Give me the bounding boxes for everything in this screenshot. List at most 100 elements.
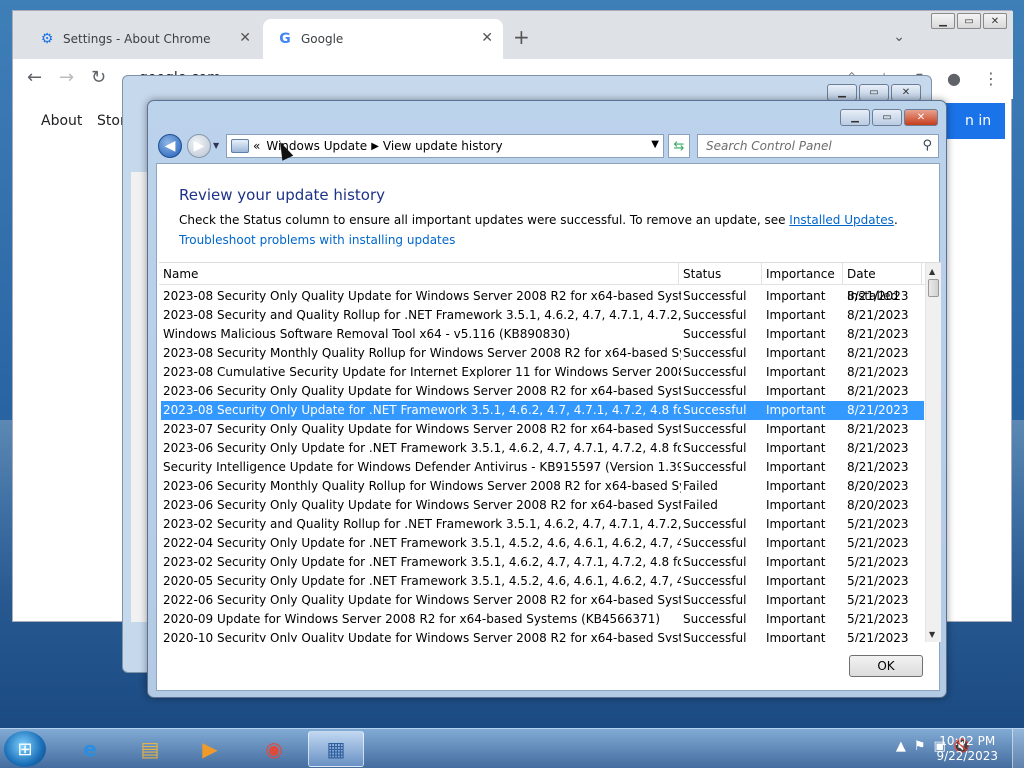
control-panel-icon — [231, 139, 249, 153]
avatar[interactable]: ● — [947, 69, 961, 88]
troubleshoot-link[interactable]: Troubleshoot problems with installing up… — [179, 233, 455, 247]
cell-date: 8/21/2023 — [847, 403, 909, 417]
ie-icon[interactable]: e — [62, 731, 118, 767]
close-button[interactable]: ✕ — [983, 13, 1007, 29]
start-button[interactable]: ⊞ — [4, 731, 46, 767]
reload-icon[interactable]: ↻ — [91, 67, 106, 88]
table-row[interactable]: 2023-02 Security and Quality Rollup for … — [161, 515, 924, 534]
table-row[interactable]: 2023-08 Security and Quality Rollup for … — [161, 306, 924, 325]
column-header-name[interactable]: Name — [159, 263, 679, 285]
back-arrow-icon[interactable]: ← — [27, 67, 42, 88]
table-row[interactable]: 2023-02 Security Only Update for .NET Fr… — [161, 553, 924, 572]
cell-importance: Important — [766, 593, 826, 607]
cell-date: 8/21/2023 — [847, 460, 909, 474]
scroll-thumb[interactable] — [928, 279, 939, 297]
close-icon[interactable]: ✕ — [481, 30, 493, 46]
table-row[interactable]: 2023-08 Security Only Quality Update for… — [161, 287, 924, 306]
table-row[interactable]: 2020-09 Update for Windows Server 2008 R… — [161, 610, 924, 629]
sign-in-button[interactable]: n in — [943, 103, 1005, 139]
table-row[interactable]: 2023-08 Cumulative Security Update for I… — [161, 363, 924, 382]
table-row[interactable]: 2022-04 Security Only Update for .NET Fr… — [161, 534, 924, 553]
table-row[interactable]: 2022-06 Security Only Quality Update for… — [161, 591, 924, 610]
table-row[interactable]: 2023-06 Security Monthly Quality Rollup … — [161, 477, 924, 496]
show-desktop-button[interactable] — [1012, 729, 1024, 768]
table-row[interactable]: 2023-06 Security Only Quality Update for… — [161, 496, 924, 515]
ok-button[interactable]: OK — [849, 655, 923, 677]
action-center-icon[interactable]: ⚑ — [914, 739, 926, 754]
chevron-down-icon[interactable]: ⌄ — [893, 29, 905, 45]
clock-date: 9/22/2023 — [936, 749, 998, 763]
column-header-date[interactable]: Date Installed — [843, 263, 922, 303]
table-row[interactable]: 2020-05 Security Only Update for .NET Fr… — [161, 572, 924, 591]
page-description: Check the Status column to ensure all im… — [179, 213, 898, 227]
chevron-down-icon[interactable]: ▼ — [651, 139, 659, 150]
search-placeholder: Search Control Panel — [706, 139, 832, 153]
new-tab-button[interactable]: + — [513, 25, 530, 49]
nav-about[interactable]: About — [41, 113, 82, 129]
cell-date: 5/21/2023 — [847, 593, 909, 607]
cell-importance: Important — [766, 631, 826, 642]
back-button[interactable]: ◀ — [158, 134, 182, 158]
installed-updates-link[interactable]: Installed Updates — [789, 213, 894, 227]
cell-date: 8/21/2023 — [847, 441, 909, 455]
maximize-button[interactable]: ▭ — [859, 84, 889, 101]
taskbar: ⊞ e ▤ ▶ ◉ ▦ ▲ ⚑ ▣ 🔇 10:02 PM 9/22/2023 — [0, 728, 1024, 768]
cell-status: Successful — [683, 631, 747, 642]
minimize-button[interactable]: ▁ — [840, 109, 870, 126]
refresh-button[interactable]: ⇆ — [668, 134, 690, 158]
menu-dots-icon[interactable]: ⋮ — [983, 69, 999, 88]
cell-name: 2023-08 Cumulative Security Update for I… — [163, 365, 681, 379]
control-panel-icon[interactable]: ▦ — [308, 731, 364, 767]
scroll-up-icon[interactable]: ▲ — [929, 267, 935, 276]
close-icon[interactable]: ✕ — [239, 30, 251, 46]
column-header-importance[interactable]: Importance — [762, 263, 843, 285]
clock[interactable]: 10:02 PM 9/22/2023 — [936, 734, 998, 764]
forward-button[interactable]: ▶ — [187, 134, 211, 158]
update-table: Name Status Importance Date Installed 20… — [159, 262, 941, 642]
scroll-down-icon[interactable]: ▼ — [929, 630, 935, 639]
table-row[interactable]: 2023-08 Security Only Update for .NET Fr… — [161, 401, 924, 420]
maximize-button[interactable]: ▭ — [872, 109, 902, 126]
chrome-icon[interactable]: ◉ — [246, 731, 302, 767]
breadcrumb-root[interactable]: « — [253, 139, 260, 153]
show-hidden-icons-icon[interactable]: ▲ — [896, 739, 906, 754]
table-row[interactable]: Windows Malicious Software Removal Tool … — [161, 325, 924, 344]
cell-status: Successful — [683, 384, 747, 398]
cell-status: Successful — [683, 441, 747, 455]
search-input[interactable]: Search Control Panel ⚲ — [697, 134, 939, 158]
forward-arrow-icon[interactable]: → — [59, 67, 74, 88]
cell-date: 5/21/2023 — [847, 536, 909, 550]
explorer-icon[interactable]: ▤ — [122, 731, 178, 767]
cell-name: Security Intelligence Update for Windows… — [163, 460, 681, 474]
table-row[interactable]: 2023-07 Security Only Quality Update for… — [161, 420, 924, 439]
breadcrumb-separator-icon[interactable]: ▶ — [371, 141, 379, 152]
table-row[interactable]: Security Intelligence Update for Windows… — [161, 458, 924, 477]
close-button[interactable]: ✕ — [891, 84, 921, 101]
table-row[interactable]: 2023-06 Security Only Update for .NET Fr… — [161, 439, 924, 458]
cell-name: 2020-05 Security Only Update for .NET Fr… — [163, 574, 681, 588]
cell-importance: Important — [766, 498, 826, 512]
cell-date: 8/21/2023 — [847, 365, 909, 379]
table-row[interactable]: 2020-10 Security Only Quality Update for… — [161, 629, 924, 642]
breadcrumb-view-history[interactable]: View update history — [383, 139, 503, 153]
cell-date: 8/20/2023 — [847, 479, 909, 493]
vertical-scrollbar[interactable]: ▲ ▼ — [925, 263, 941, 642]
minimize-button[interactable]: ▁ — [931, 13, 955, 29]
search-icon[interactable]: ⚲ — [922, 138, 932, 153]
tab-settings[interactable]: ⚙ Settings - About Chrome ✕ — [25, 19, 261, 59]
recent-pages-dropdown[interactable]: ▼ — [213, 141, 219, 150]
media-player-icon[interactable]: ▶ — [182, 731, 238, 767]
content-pane: Review your update history Check the Sta… — [156, 163, 941, 691]
close-button[interactable]: ✕ — [904, 109, 938, 126]
cell-date: 5/21/2023 — [847, 612, 909, 626]
cell-name: 2023-08 Security Only Quality Update for… — [163, 289, 681, 303]
tab-google[interactable]: G Google ✕ — [263, 19, 503, 59]
cell-name: 2023-06 Security Monthly Quality Rollup … — [163, 479, 681, 493]
table-row[interactable]: 2023-06 Security Only Quality Update for… — [161, 382, 924, 401]
column-header-status[interactable]: Status — [679, 263, 762, 285]
maximize-button[interactable]: ▭ — [957, 13, 981, 29]
table-row[interactable]: 2023-08 Security Monthly Quality Rollup … — [161, 344, 924, 363]
cell-name: 2022-06 Security Only Quality Update for… — [163, 593, 681, 607]
cell-importance: Important — [766, 365, 826, 379]
minimize-button[interactable]: ▁ — [827, 84, 857, 101]
